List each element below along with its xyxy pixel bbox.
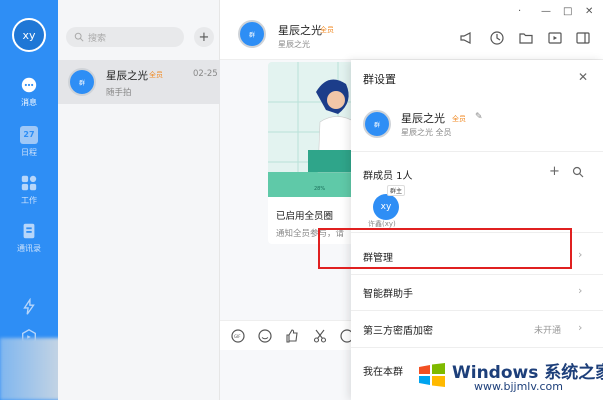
chat-title: 星辰之光 [278, 24, 322, 37]
group-avatar[interactable]: 群 [238, 20, 266, 48]
member-badge: 全员 [452, 115, 466, 123]
group-name: 星辰之光 [401, 112, 445, 125]
rail-item-label: 消息 [21, 98, 37, 107]
member-avatar[interactable]: xy [373, 194, 399, 220]
menu-item-third-party-encryption[interactable]: 第三方密盾加密 未开通 › [351, 311, 603, 347]
rail-item-quick[interactable] [0, 298, 58, 319]
rail-item-label: 工作 [21, 196, 37, 205]
last-message: 随手拍 [106, 88, 132, 98]
chat-subtitle: 星辰之光 [278, 40, 310, 49]
member-badge: 全员 [149, 71, 163, 79]
menu-item-label: 第三方密盾加密 [363, 326, 433, 337]
plus-icon: + [198, 29, 210, 45]
menu-item-label: 智能群助手 [363, 289, 413, 300]
close-icon[interactable]: ✕ [578, 70, 588, 84]
rail-item-calendar[interactable]: 27 日程 [0, 126, 58, 158]
rail-item-label: 通讯录 [17, 244, 41, 253]
scissors-icon[interactable] [312, 328, 328, 344]
calendar-icon: 27 [20, 126, 38, 144]
rail-item-messages[interactable]: 消息 [0, 76, 58, 108]
announcement-icon[interactable] [459, 30, 475, 46]
conversation-list: 搜索 + 群 星辰之光 全员 02-25 随手拍 [58, 0, 220, 400]
member-badge: 全员 [320, 26, 334, 34]
search-icon[interactable] [572, 166, 584, 178]
windows-logo-icon [419, 363, 445, 387]
folder-icon[interactable] [518, 30, 534, 46]
maximize-button[interactable]: □ [563, 6, 572, 17]
search-placeholder: 搜索 [88, 33, 107, 44]
user-avatar[interactable]: xy [12, 18, 46, 52]
highlight-box [318, 228, 572, 269]
settings-panel-icon[interactable] [575, 30, 591, 46]
add-button[interactable]: + [194, 27, 214, 47]
chevron-right-icon: › [578, 321, 583, 334]
contacts-icon [23, 223, 35, 239]
chevron-right-icon: › [578, 248, 583, 261]
menu-item-status: 未开通 [534, 326, 562, 336]
divider [351, 347, 603, 348]
divider [351, 151, 603, 152]
members-title: 群成员 1人 [363, 171, 413, 182]
group-avatar[interactable]: 群 [363, 110, 391, 138]
svg-text:GIF: GIF [234, 334, 241, 339]
card-title: 已启用全员圈 [276, 211, 334, 222]
add-member-button[interactable]: + [549, 164, 560, 179]
chevron-right-icon: › [578, 284, 583, 297]
edit-icon[interactable]: ✎ [475, 112, 483, 122]
gif-icon[interactable]: GIF [230, 328, 246, 344]
video-icon[interactable] [547, 30, 563, 46]
list-item[interactable]: 群 星辰之光 全员 02-25 随手拍 [58, 60, 220, 104]
apps-icon [21, 175, 37, 191]
lightning-icon [23, 298, 35, 315]
chat-header: 群 星辰之光 全员 星辰之光 · — □ ✕ [220, 0, 603, 60]
close-window-button[interactable]: ✕ [585, 6, 593, 17]
rail-item-label: 日程 [21, 148, 37, 157]
search-input[interactable]: 搜索 [66, 27, 184, 47]
chat-icon [21, 77, 37, 93]
menu-item-label: 我在本群 [363, 367, 403, 378]
watermark: Windows 系统之家 www.bjjmlv.com [414, 352, 603, 400]
history-icon[interactable] [489, 30, 505, 46]
conversation-time: 02-25 [193, 69, 218, 79]
watermark-url: www.bjjmlv.com [474, 380, 563, 393]
menu-item-smart-assistant[interactable]: 智能群助手 › [351, 274, 603, 310]
emoji-icon[interactable] [257, 328, 273, 344]
conversation-name: 星辰之光 [106, 70, 148, 82]
rail-item-work[interactable]: 工作 [0, 174, 58, 206]
search-icon [74, 32, 84, 42]
rail-item-contacts[interactable]: 通讯录 [0, 222, 58, 254]
group-avatar: 群 [68, 68, 96, 96]
menu-dot-button[interactable]: · [518, 6, 521, 17]
group-subtitle: 星辰之光 全员 [401, 128, 452, 137]
chart-label: 28% [314, 186, 325, 192]
thumbs-up-icon[interactable] [284, 328, 300, 344]
panel-title: 群设置 [363, 73, 396, 86]
minimize-button[interactable]: — [541, 6, 551, 17]
owner-tag: 群主 [387, 185, 406, 196]
